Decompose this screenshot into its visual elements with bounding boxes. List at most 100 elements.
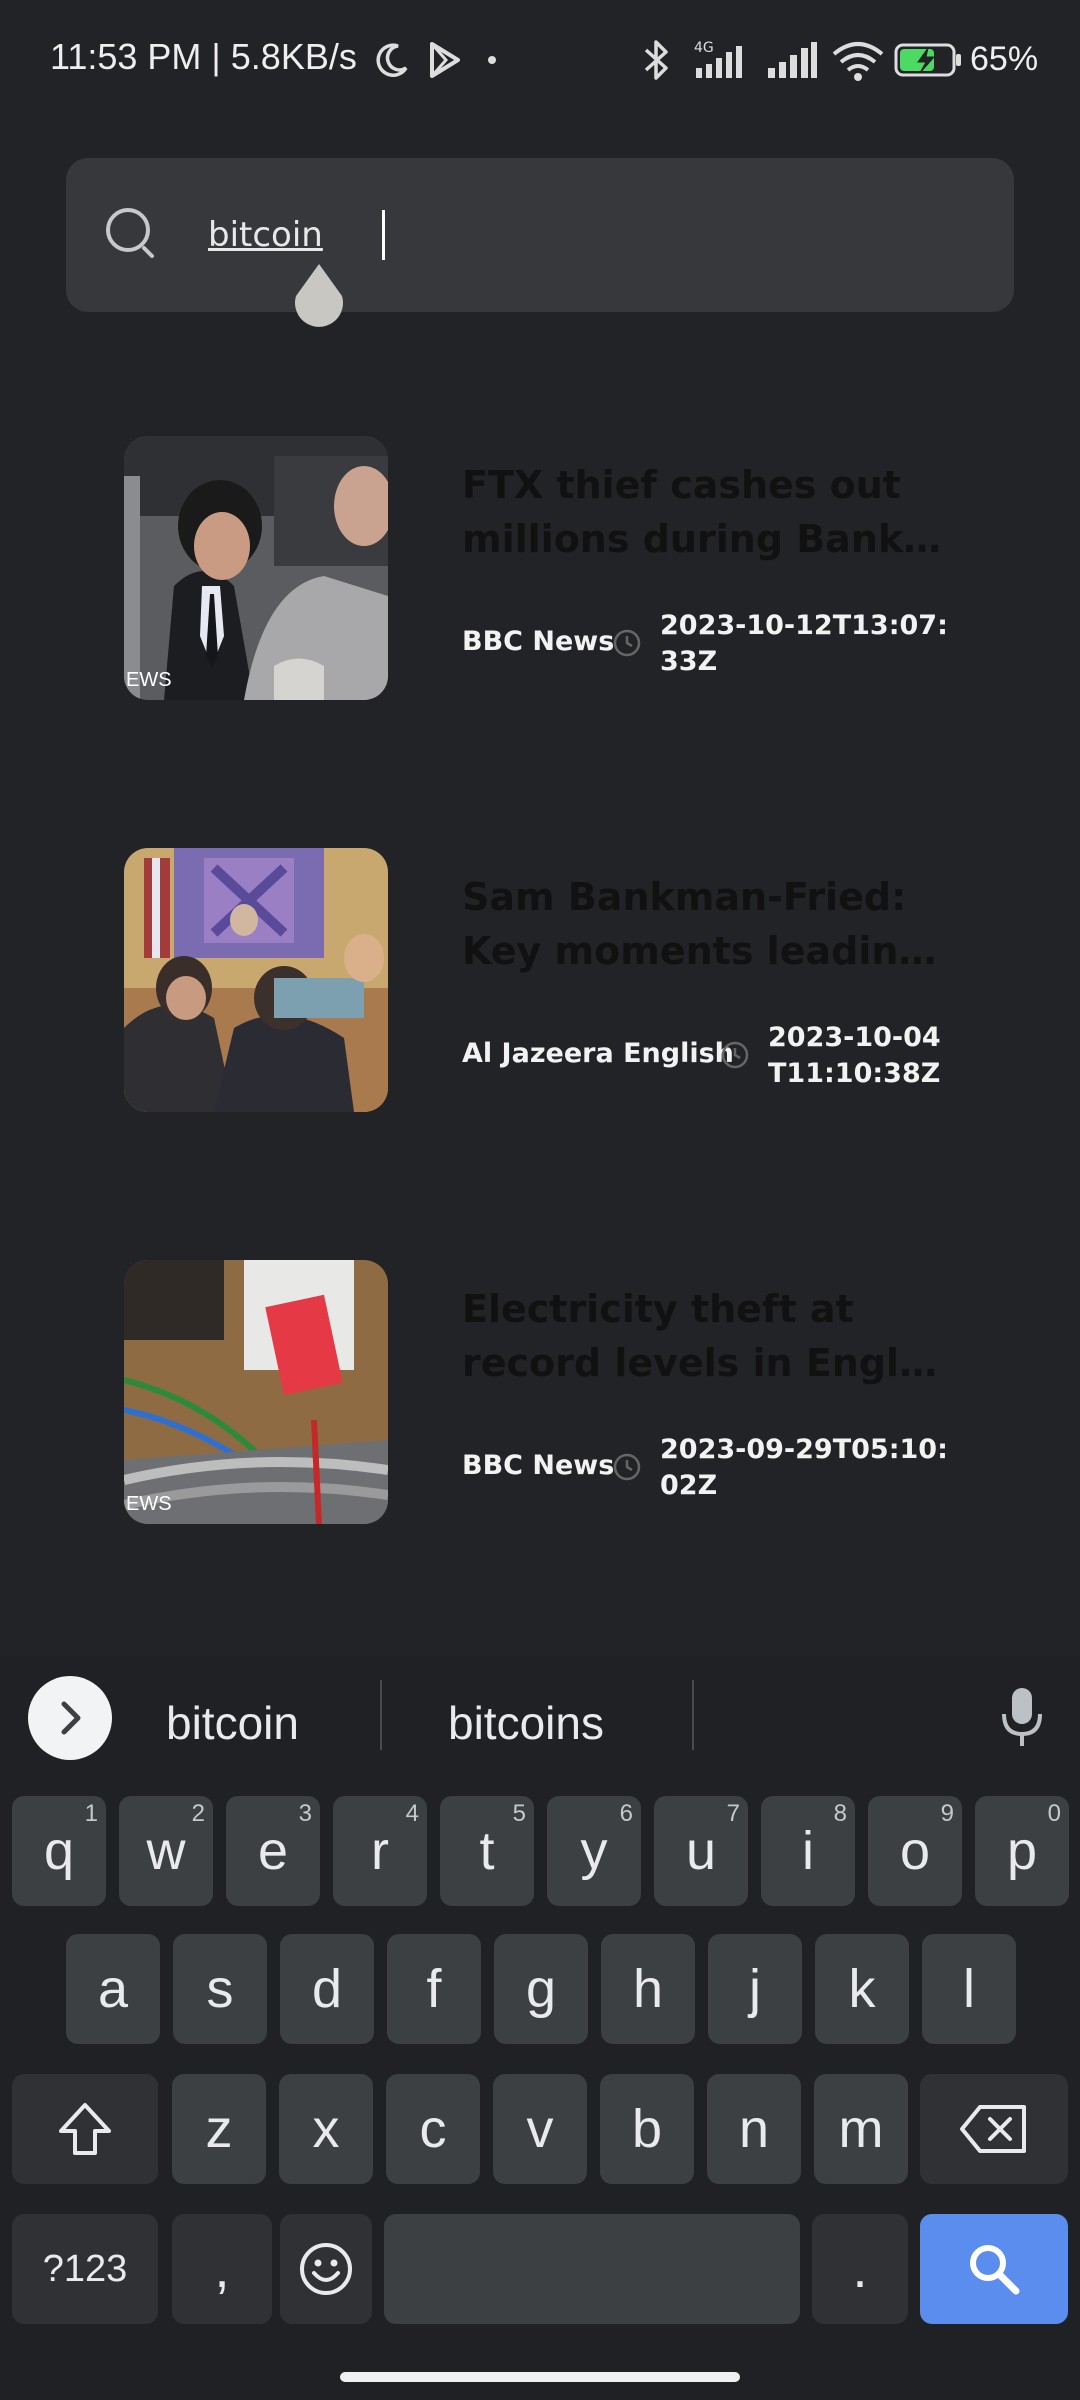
emoji-key[interactable] <box>280 2214 372 2324</box>
key-label: t <box>479 1821 495 1881</box>
key-f[interactable]: f <box>387 1934 481 2044</box>
key-label: x <box>312 2099 340 2159</box>
key-h[interactable]: h <box>601 1934 695 2044</box>
key-label: r <box>371 1821 389 1881</box>
key-label: d <box>311 1959 343 2019</box>
svg-text:4G: 4G <box>694 40 714 56</box>
battery-charging-icon <box>894 43 961 77</box>
key-a[interactable]: a <box>66 1934 160 2044</box>
microphone-icon[interactable] <box>998 1686 1046 1750</box>
article-source: BBC News <box>462 626 615 657</box>
key-y[interactable]: y6 <box>547 1796 641 1906</box>
battery-percent: 65% <box>970 40 1039 78</box>
key-hint: 8 <box>833 1800 847 1827</box>
key-label: i <box>802 1821 814 1881</box>
suggestion-bar: bitcoin bitcoins <box>0 1656 1080 1780</box>
key-l[interactable]: l <box>922 1934 1016 2044</box>
key-s[interactable]: s <box>173 1934 267 2044</box>
suggestion-divider <box>692 1680 694 1750</box>
article-title-line: millions during Bankm... <box>462 517 952 561</box>
key-o[interactable]: o9 <box>868 1796 962 1906</box>
key-e[interactable]: e3 <box>226 1796 320 1906</box>
shift-icon <box>59 2103 111 2155</box>
thumbnail-watermark: EWS <box>126 1493 172 1515</box>
key-n[interactable]: n <box>707 2074 801 2184</box>
search-bar[interactable] <box>66 158 1014 312</box>
status-bar: 11:53 PM | 5.8KB/s 4G 65% <box>0 0 1080 120</box>
thumbnail-watermark: EWS <box>126 669 172 691</box>
article-card[interactable]: Sam Bankman-Fried: Key moments leading .… <box>124 848 954 1112</box>
search-input[interactable] <box>208 208 908 262</box>
chevron-right-icon <box>61 1701 81 1735</box>
backspace-key[interactable] <box>920 2074 1068 2184</box>
suggestion-item[interactable]: bitcoins <box>448 1696 604 1750</box>
key-label: b <box>631 2099 663 2159</box>
article-title[interactable]: Electricity theft at record levels in En… <box>462 1282 952 1390</box>
shift-key[interactable] <box>12 2074 158 2184</box>
key-hint: 5 <box>512 1800 526 1827</box>
do-not-disturb-moon-icon <box>376 43 408 77</box>
key-label: k <box>848 1959 876 2019</box>
text-selection-handle[interactable] <box>290 262 348 330</box>
signal-icon <box>768 42 817 78</box>
key-label: g <box>525 1959 557 2019</box>
article-title-line: Sam Bankman-Fried: <box>462 875 907 919</box>
key-d[interactable]: d <box>280 1934 374 2044</box>
article-card[interactable]: EWS FTX thief cashes out millions during… <box>124 436 954 700</box>
key-hint: 4 <box>405 1800 419 1827</box>
clock-icon <box>613 629 641 657</box>
article-date: 2023-10-04T11:10:38Z <box>768 1022 941 1089</box>
key-hint: 7 <box>726 1800 740 1827</box>
key-z[interactable]: z <box>172 2074 266 2184</box>
article-thumbnail[interactable]: EWS <box>124 1260 388 1524</box>
key-label: f <box>426 1959 442 2019</box>
key-p[interactable]: p0 <box>975 1796 1069 1906</box>
expand-toolbar-button[interactable] <box>28 1676 112 1760</box>
clock-icon <box>613 1453 641 1481</box>
signal-4g-icon: 4G <box>694 40 742 78</box>
search-action-key[interactable] <box>920 2214 1068 2324</box>
key-label: p <box>1006 1821 1038 1881</box>
key-t[interactable]: t5 <box>440 1796 534 1906</box>
space-key[interactable] <box>384 2214 800 2324</box>
key-j[interactable]: j <box>708 1934 802 2044</box>
article-thumbnail[interactable] <box>124 848 388 1112</box>
key-b[interactable]: b <box>600 2074 694 2184</box>
key-label: z <box>205 2099 233 2159</box>
key-q[interactable]: q1 <box>12 1796 106 1906</box>
key-w[interactable]: w2 <box>119 1796 213 1906</box>
key-hint: 2 <box>191 1800 205 1827</box>
article-source: Al Jazeera English <box>462 1038 734 1069</box>
home-gesture-bar[interactable] <box>340 2372 740 2382</box>
suggestion-item[interactable]: bitcoin <box>166 1696 299 1750</box>
article-date: 2023-10-12T13:07:33Z <box>660 610 948 677</box>
clock-icon <box>721 1041 749 1069</box>
key-i[interactable]: i8 <box>761 1796 855 1906</box>
key-label: m <box>838 2099 884 2159</box>
article-title-line: Key moments leading ... <box>462 929 952 973</box>
key-hint: 3 <box>298 1800 312 1827</box>
key-label: l <box>963 1959 975 2019</box>
key-c[interactable]: c <box>386 2074 480 2184</box>
key-label: o <box>899 1821 931 1881</box>
symbols-key[interactable]: ?123 <box>12 2214 158 2324</box>
article-thumbnail[interactable]: EWS <box>124 436 388 700</box>
key-u[interactable]: u7 <box>654 1796 748 1906</box>
key-x[interactable]: x <box>279 2074 373 2184</box>
play-store-icon <box>430 42 460 78</box>
article-card[interactable]: EWS Electricity theft at record levels i… <box>124 1260 954 1524</box>
wifi-icon <box>832 42 884 81</box>
search-icon <box>970 2245 1020 2295</box>
key-r[interactable]: r4 <box>333 1796 427 1906</box>
backspace-icon <box>960 2105 1026 2153</box>
emoji-icon <box>300 2243 352 2295</box>
key-v[interactable]: v <box>493 2074 587 2184</box>
key-label: c <box>419 2099 447 2159</box>
key-g[interactable]: g <box>494 1934 588 2044</box>
period-key[interactable]: . <box>812 2214 908 2324</box>
key-k[interactable]: k <box>815 1934 909 2044</box>
key-m[interactable]: m <box>814 2074 908 2184</box>
comma-key[interactable]: , <box>172 2214 272 2324</box>
article-title[interactable]: FTX thief cashes out millions during Ban… <box>462 458 952 566</box>
article-title[interactable]: Sam Bankman-Fried: Key moments leading .… <box>462 870 952 978</box>
